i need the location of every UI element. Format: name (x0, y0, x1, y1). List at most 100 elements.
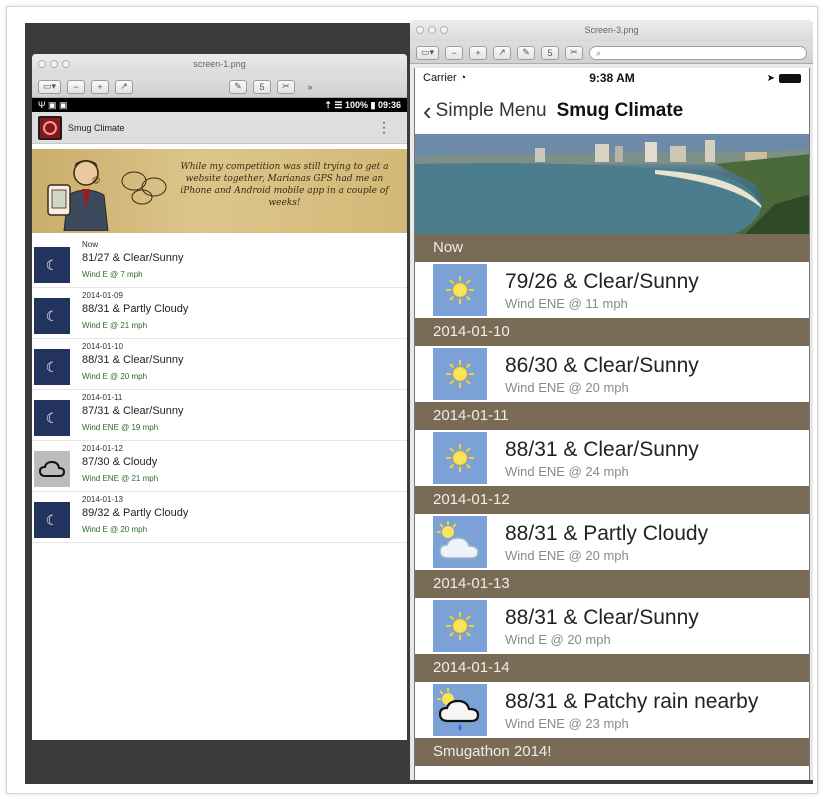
forecast-date: 2014-01-09 (82, 291, 123, 300)
edit-button[interactable]: ✎ (229, 79, 248, 94)
rotate-button[interactable]: 5 (541, 45, 560, 60)
sun-icon (433, 432, 487, 484)
forecast-wind: Wind ENE @ 11 mph (505, 296, 628, 311)
window-titlebar: Screen-3.png (410, 20, 813, 42)
zoom-in-button[interactable]: + (91, 79, 110, 94)
forecast-list-item[interactable]: 2014-01-12 87/30 & Cloudy Wind ENE @ 21 mp… (32, 441, 407, 492)
forecast-wind: Wind E @ 20 mph (82, 372, 148, 381)
chevron-left-icon: ‹ (423, 96, 432, 126)
bay-photo-banner (415, 134, 809, 234)
forecast-summary: 81/27 & Clear/Sunny (82, 252, 184, 264)
forecast-summary: 86/30 & Clear/Sunny (505, 354, 699, 377)
app-title: Smug Climate (68, 122, 125, 133)
section-header: 2014-01-14 (415, 654, 809, 682)
forecast-list-item[interactable]: ☾ 2014-01-09 88/31 & Partly Cloudy Wind E @… (32, 288, 407, 339)
forecast-wind: Wind ENE @ 19 mph (82, 423, 159, 432)
forecast-date: 2014-01-11 (82, 393, 123, 402)
ios-screen: Carrier ◔ 9:38 AM ➤ ‹ Simple Menu Smug C… (414, 68, 810, 780)
zoom-window-button[interactable] (62, 60, 70, 68)
forecast-summary: 88/31 & Clear/Sunny (505, 438, 699, 461)
search-input[interactable]: ⌕ (589, 45, 807, 60)
forecast-row[interactable]: 88/31 & Clear/Sunny Wind ENE @ 24 mph (415, 430, 809, 486)
coastline-photo (415, 134, 809, 234)
ios-preview-window: Screen-3.png ▭▾ − + ↗ ✎ 5 ✂ ⌕ Carrier ◔ … (410, 20, 813, 780)
android-action-bar: Smug Climate ⋮ (32, 112, 407, 144)
overflow-menu-icon[interactable]: ⋮ (377, 119, 391, 136)
zoom-in-button[interactable]: + (469, 45, 488, 60)
sidebar-toggle-button[interactable]: ▭▾ (416, 45, 440, 60)
forecast-summary: 79/26 & Clear/Sunny (505, 270, 699, 293)
preview-toolbar: ▭▾ − + ↗ ✎ 5 ✂ ⌕ (410, 42, 813, 64)
forecast-wind: Wind E @ 20 mph (82, 525, 148, 534)
section-header: 2014-01-12 (415, 486, 809, 514)
window-controls (38, 60, 70, 68)
minimize-window-button[interactable] (428, 26, 436, 34)
rotate-button[interactable]: 5 (253, 79, 272, 94)
moon-icon: ☾ (34, 349, 70, 385)
nav-title: Smug Climate (556, 100, 684, 121)
svg-text:☺: ☺ (92, 176, 100, 185)
forecast-date: 2014-01-13 (82, 495, 123, 504)
forecast-date: Now (82, 240, 99, 249)
preview-toolbar: ▭▾ − + ↗ ✎ 5 ✂ » (32, 76, 407, 98)
forecast-summary: 88/31 & Clear/Sunny (505, 606, 699, 629)
moon-icon: ☾ (34, 247, 70, 283)
partly-cloudy-icon (433, 516, 487, 568)
forecast-wind: Wind E @ 20 mph (505, 632, 611, 647)
section-header: Now (415, 234, 809, 262)
forecast-wind: Wind E @ 7 mph (82, 270, 143, 279)
more-toolbar-button[interactable]: » (301, 80, 319, 94)
window-title: screen-1.png (193, 59, 246, 69)
section-header: 2014-01-11 (415, 402, 809, 430)
forecast-list: ☾ Now 81/27 & Clear/Sunny Wind E @ 7 mph ☾ 20… (32, 237, 407, 543)
forecast-summary: 88/31 & Partly Cloudy (82, 303, 189, 315)
forecast-summary: 88/31 & Clear/Sunny (82, 354, 184, 366)
clock: 9:38 AM (589, 71, 635, 85)
status-system-icons: ⇡ ☰ 100% ▮ 09:36 (324, 99, 401, 110)
forecast-wind: Wind ENE @ 20 mph (505, 548, 629, 563)
forecast-summary: 88/31 & Partly Cloudy (505, 522, 709, 545)
zoom-window-button[interactable] (440, 26, 448, 34)
forecast-list-item[interactable]: ☾ 2014-01-11 87/31 & Clear/Sunny Wind ENE @… (32, 390, 407, 441)
app-logo-icon[interactable] (38, 115, 62, 140)
forecast-wind: Wind ENE @ 21 mph (82, 474, 159, 483)
forecast-row[interactable]: 88/31 & Patchy rain nearby Wind ENE @ 23 … (415, 682, 809, 738)
edit-button[interactable]: ✎ (517, 45, 536, 60)
forecast-list-item[interactable]: ☾ 2014-01-10 88/31 & Clear/Sunny Wind E @ 2… (32, 339, 407, 390)
share-button[interactable]: ↗ (493, 45, 512, 60)
moon-icon: ☾ (34, 298, 70, 334)
section-header: 2014-01-13 (415, 570, 809, 598)
footer-section-header: Smugathon 2014! (415, 738, 809, 766)
share-button[interactable]: ↗ (115, 79, 134, 94)
zoom-out-button[interactable]: − (67, 79, 86, 94)
forecast-list-item[interactable]: ☾ Now 81/27 & Clear/Sunny Wind E @ 7 mph (32, 237, 407, 288)
speech-marks-illustration (121, 171, 167, 205)
crop-button[interactable]: ✂ (277, 79, 296, 94)
forecast-wind: Wind ENE @ 23 mph (505, 716, 629, 731)
forecast-date: 2014-01-12 (82, 444, 123, 453)
sun-icon (433, 264, 487, 316)
sidebar-toggle-button[interactable]: ▭▾ (38, 79, 62, 94)
sun-icon (433, 348, 487, 400)
forecast-row[interactable]: 86/30 & Clear/Sunny Wind ENE @ 20 mph (415, 346, 809, 402)
forecast-row[interactable]: 79/26 & Clear/Sunny Wind ENE @ 11 mph (415, 262, 809, 318)
forecast-row[interactable]: 88/31 & Partly Cloudy Wind ENE @ 20 mph (415, 514, 809, 570)
window-title: Screen-3.png (584, 25, 639, 35)
zoom-out-button[interactable]: − (445, 45, 464, 60)
section-header: 2014-01-10 (415, 318, 809, 346)
banner-quote: While my competition was still trying to… (180, 162, 389, 208)
minimize-window-button[interactable] (50, 60, 58, 68)
status-notification-icons: Ψ ▣ ▣ (38, 99, 68, 110)
forecast-summary: 89/32 & Partly Cloudy (82, 507, 189, 519)
forecast-summary: 88/31 & Patchy rain nearby (505, 690, 759, 713)
back-button[interactable]: ‹ Simple Menu (423, 98, 547, 124)
ios-status-bar: Carrier ◔ 9:38 AM ➤ (415, 68, 809, 88)
forecast-row[interactable]: 88/31 & Clear/Sunny Wind E @ 20 mph (415, 598, 809, 654)
android-content: ☺ While my competition was still trying … (32, 144, 407, 740)
forecast-list-item[interactable]: ☾ 2014-01-13 89/32 & Partly Cloudy Wind E @… (32, 492, 407, 543)
testimonial-banner[interactable]: ☺ While my competition was still trying … (32, 149, 407, 233)
moon-icon: ☾ (34, 502, 70, 538)
close-window-button[interactable] (38, 60, 46, 68)
crop-button[interactable]: ✂ (565, 45, 584, 60)
close-window-button[interactable] (416, 26, 424, 34)
